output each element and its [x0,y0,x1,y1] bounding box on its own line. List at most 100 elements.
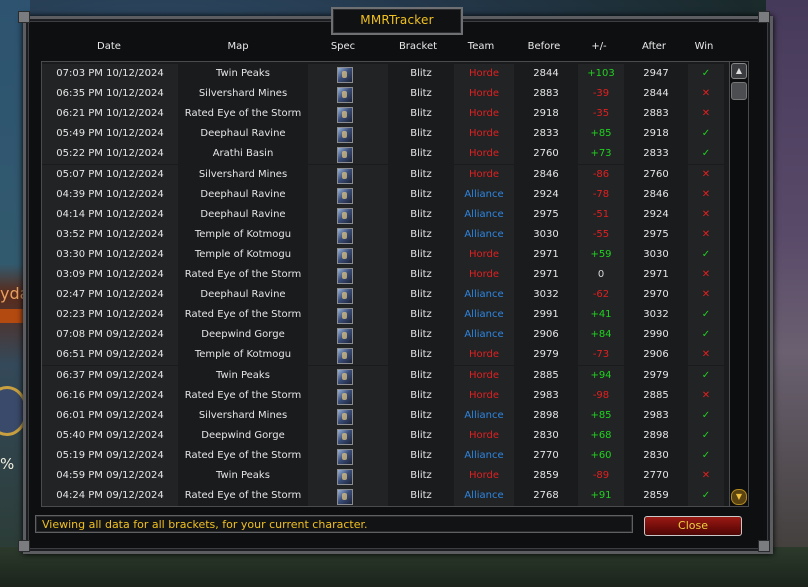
change-cell: +59 [578,244,624,265]
spec-cell [308,124,388,145]
shaman-spec-icon [337,448,353,465]
close-button[interactable]: Close [644,516,742,536]
before-cell: 2833 [533,128,559,140]
spec-cell [308,425,388,446]
change-cell: -78 [578,184,624,205]
table-row[interactable]: 02:47 PM 10/12/2024 Deephaul Ravine Blitz A… [42,285,730,306]
check-icon: ✓ [688,64,724,84]
header-after[interactable]: After [632,41,676,52]
header-map[interactable]: Map [210,41,266,52]
shaman-spec-icon [337,348,353,365]
spec-cell [308,164,388,185]
table-row[interactable]: 06:21 PM 10/12/2024 Rated Eye of the Stor… [42,104,730,125]
spec-cell [308,204,388,225]
scroll-down-icon[interactable]: ▼ [731,489,747,505]
check-icon: ✓ [688,486,724,507]
table-row[interactable]: 04:24 PM 09/12/2024 Rated Eye of the Stor… [42,486,730,507]
date-cell: 04:59 PM 09/12/2024 [42,466,178,486]
change-cell: -86 [578,164,624,185]
table-row[interactable]: 07:03 PM 10/12/2024 Twin Peaks Blitz Horde 2… [42,64,730,84]
x-icon: ✕ [688,104,724,125]
table-row[interactable]: 05:49 PM 10/12/2024 Deephaul Ravine Blitz H… [42,124,730,145]
after-cell: 2918 [643,128,669,140]
date-cell: 06:51 PM 09/12/2024 [42,345,178,366]
bracket-cell: Blitz [410,389,432,401]
spec-cell [308,265,388,285]
x-icon: ✕ [688,466,724,486]
table-row[interactable]: 05:19 PM 09/12/2024 Rated Eye of the Stor… [42,445,730,466]
table-row[interactable]: 06:51 PM 09/12/2024 Temple of Kotmogu Blit… [42,345,730,366]
change-cell: -55 [578,224,624,245]
scroll-thumb[interactable] [731,82,747,100]
map-cell: Silvershard Mines [198,409,288,421]
check-icon: ✓ [688,124,724,145]
team-cell: Horde [454,104,514,125]
header-team[interactable]: Team [458,41,504,52]
shaman-spec-icon [337,147,353,164]
shaman-spec-icon [337,368,353,385]
spec-cell [308,385,388,406]
change-cell: -89 [578,466,624,486]
header-before[interactable]: Before [520,41,568,52]
table-row[interactable]: 06:35 PM 10/12/2024 Silvershard Mines Blit… [42,84,730,105]
after-cell: 2833 [643,148,669,160]
scrollbar[interactable]: ▲ ▼ [729,61,749,507]
bracket-cell: Blitz [410,349,432,361]
team-cell: Horde [454,164,514,185]
x-icon: ✕ [688,285,724,306]
bracket-cell: Blitz [410,228,432,240]
check-icon: ✓ [688,144,724,165]
x-icon: ✕ [688,265,724,285]
before-cell: 2975 [533,208,559,220]
table-row[interactable]: 06:01 PM 09/12/2024 Silvershard Mines Blit… [42,405,730,426]
date-cell: 02:47 PM 10/12/2024 [42,285,178,306]
date-cell: 06:16 PM 09/12/2024 [42,385,178,406]
table-row[interactable]: 02:23 PM 10/12/2024 Rated Eye of the Stor… [42,305,730,326]
team-cell: Alliance [454,204,514,225]
table-row[interactable]: 04:59 PM 09/12/2024 Twin Peaks Blitz Horde 2… [42,466,730,486]
table-row[interactable]: 05:40 PM 09/12/2024 Deepwind Gorge Blitz Ho… [42,425,730,446]
table-row[interactable]: 03:30 PM 10/12/2024 Temple of Kotmogu Blit… [42,244,730,265]
match-history-list[interactable]: 07:03 PM 10/12/2024 Twin Peaks Blitz Horde 2… [41,61,731,507]
map-cell: Deepwind Gorge [201,329,285,341]
team-cell: Alliance [454,486,514,507]
table-row[interactable]: 06:16 PM 09/12/2024 Rated Eye of the Stor… [42,385,730,406]
bracket-cell: Blitz [410,490,432,502]
spec-cell [308,64,388,84]
shaman-spec-icon [337,187,353,204]
map-cell: Rated Eye of the Storm [184,269,302,280]
change-cell: +73 [578,144,624,165]
table-row[interactable]: 03:52 PM 10/12/2024 Temple of Kotmogu Blit… [42,224,730,245]
table-row[interactable]: 04:39 PM 10/12/2024 Deephaul Ravine Blitz A… [42,184,730,205]
header-change[interactable]: +/- [584,41,614,52]
table-row[interactable]: 04:14 PM 10/12/2024 Deephaul Ravine Blitz A… [42,204,730,225]
table-row[interactable]: 07:08 PM 09/12/2024 Deepwind Gorge Blitz Al… [42,325,730,346]
date-cell: 07:08 PM 09/12/2024 [42,325,178,346]
after-cell: 2979 [643,369,669,381]
table-row[interactable]: 05:22 PM 10/12/2024 Arathi Basin Blitz Hord… [42,144,730,165]
after-cell: 2883 [643,108,669,120]
before-cell: 2924 [533,188,559,200]
after-cell: 3032 [643,309,669,321]
spec-cell [308,486,388,507]
after-cell: 2947 [643,68,669,79]
frame-corner [18,11,30,23]
table-row[interactable]: 06:37 PM 09/12/2024 Twin Peaks Blitz Horde 2… [42,365,730,386]
table-row[interactable]: 05:07 PM 10/12/2024 Silvershard Mines Blit… [42,164,730,185]
header-spec[interactable]: Spec [322,41,364,52]
shaman-spec-icon [337,288,353,305]
table-row[interactable]: 03:09 PM 10/12/2024 Rated Eye of the Stor… [42,265,730,285]
spec-cell [308,104,388,125]
header-bracket[interactable]: Bracket [392,41,444,52]
window-title: MMRTracker [331,7,463,35]
scroll-up-icon[interactable]: ▲ [731,63,747,79]
header-date[interactable]: Date [82,41,136,52]
change-cell: +41 [578,305,624,326]
header-win[interactable]: Win [688,41,720,52]
bracket-cell: Blitz [410,188,432,200]
check-icon: ✓ [688,365,724,386]
before-cell: 2830 [533,429,559,441]
team-cell: Horde [454,466,514,486]
team-cell: Horde [454,265,514,285]
map-cell: Temple of Kotmogu [194,228,292,240]
